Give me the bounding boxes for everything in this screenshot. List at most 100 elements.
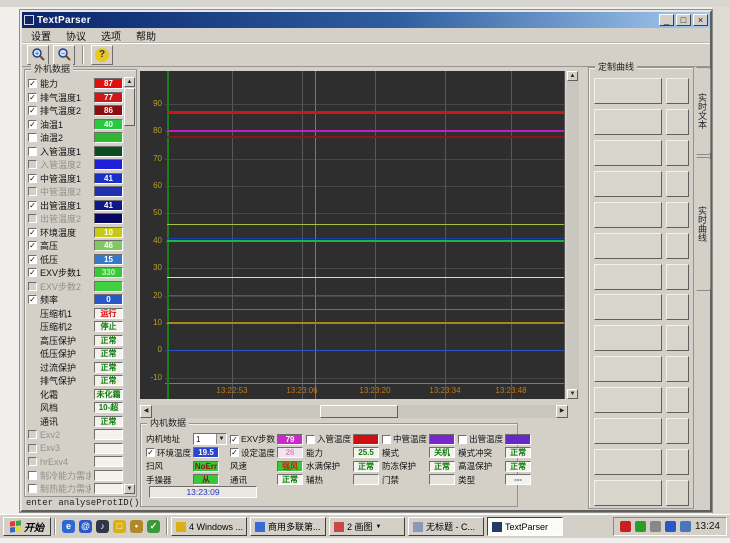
start-button[interactable]: 开始: [3, 517, 51, 536]
sidebar-scrollbar[interactable]: ▲ ▼: [124, 77, 135, 494]
checkbox[interactable]: [28, 106, 37, 115]
curve-slot-field[interactable]: [594, 387, 662, 413]
curve-slot-field[interactable]: [594, 356, 662, 382]
help-button[interactable]: ?: [91, 45, 113, 65]
curve-slot-field[interactable]: [594, 325, 662, 351]
scroll-up-icon[interactable]: ▲: [567, 71, 578, 81]
scroll-up-icon[interactable]: ▲: [124, 77, 135, 87]
printer-icon[interactable]: [680, 521, 691, 532]
curve-slot-button[interactable]: [666, 356, 689, 382]
tab-realtime-curve[interactable]: 实时曲线: [696, 157, 711, 291]
checkbox[interactable]: [28, 147, 37, 156]
curve-slot-field[interactable]: [594, 171, 662, 197]
indoor-address-select[interactable]: 1▼: [193, 433, 227, 445]
curve-slot-field[interactable]: [594, 233, 662, 259]
curve-slot-button[interactable]: [666, 171, 689, 197]
checkbox[interactable]: [230, 435, 239, 444]
checkbox[interactable]: [28, 484, 37, 493]
menu-item-4[interactable]: 帮助: [136, 28, 156, 43]
device-icon[interactable]: [650, 521, 661, 532]
messenger-icon[interactable]: [665, 521, 676, 532]
checkbox[interactable]: [28, 282, 37, 291]
task-button[interactable]: TextParser: [487, 517, 563, 536]
scrollbar-thumb[interactable]: [320, 405, 398, 418]
curve-slot-field[interactable]: [594, 109, 662, 135]
checkbox[interactable]: [28, 228, 37, 237]
menu-item-1[interactable]: 设置: [31, 28, 51, 43]
curve-slot-button[interactable]: [666, 480, 689, 506]
checkbox[interactable]: [382, 435, 391, 444]
maximize-button[interactable]: □: [676, 14, 691, 26]
curve-slot-button[interactable]: [666, 325, 689, 351]
checkbox[interactable]: [28, 214, 37, 223]
ie-icon[interactable]: e: [62, 520, 75, 533]
curve-slot-button[interactable]: [666, 449, 689, 475]
media-icon[interactable]: ♪: [96, 520, 109, 533]
scrollbar-thumb[interactable]: [124, 88, 135, 126]
checkbox[interactable]: [28, 160, 37, 169]
folder-app-icon[interactable]: □: [113, 520, 126, 533]
curve-slot-button[interactable]: [666, 418, 689, 444]
scrollbar-track[interactable]: [152, 405, 556, 418]
scroll-left-icon[interactable]: ◀: [140, 405, 152, 418]
key-icon[interactable]: •: [130, 520, 143, 533]
task-button[interactable]: 商用多联第...: [250, 517, 326, 536]
checkbox[interactable]: [28, 471, 37, 480]
curve-slot-field[interactable]: [594, 202, 662, 228]
checkbox[interactable]: [28, 430, 37, 439]
curve-slot-button[interactable]: [666, 202, 689, 228]
minimize-button[interactable]: _: [659, 14, 674, 26]
antivirus-icon[interactable]: [635, 521, 646, 532]
task-button[interactable]: 无标题 - C...: [408, 517, 484, 536]
zoom-out-button[interactable]: −: [53, 45, 75, 65]
checkbox[interactable]: [28, 120, 37, 129]
curve-slot-field[interactable]: [594, 78, 662, 104]
task-button[interactable]: 2 画图▼: [329, 517, 405, 536]
checkbox[interactable]: [28, 174, 37, 183]
checkbox[interactable]: [28, 93, 37, 102]
checkbox[interactable]: [28, 295, 37, 304]
curve-slot-field[interactable]: [594, 418, 662, 444]
close-button[interactable]: ×: [693, 14, 708, 26]
alarm-icon[interactable]: [620, 521, 631, 532]
mail-icon[interactable]: @: [79, 520, 92, 533]
menu-item-3[interactable]: 选项: [101, 28, 121, 43]
checkbox[interactable]: [28, 255, 37, 264]
checkbox[interactable]: [28, 187, 37, 196]
checkbox[interactable]: [306, 435, 315, 444]
curve-slot-button[interactable]: [666, 264, 689, 290]
scroll-right-icon[interactable]: ▶: [556, 405, 568, 418]
checkbox[interactable]: [28, 268, 37, 277]
checkbox[interactable]: [28, 444, 37, 453]
chart-vertical-scrollbar[interactable]: ▲ ▼: [567, 71, 579, 399]
chart-plot[interactable]: 13:22:5313:23:0613:23:2013:23:3413:23:48: [165, 71, 565, 399]
curve-slot-button[interactable]: [666, 387, 689, 413]
checkbox[interactable]: [28, 241, 37, 250]
scroll-down-icon[interactable]: ▼: [124, 484, 135, 494]
scroll-down-icon[interactable]: ▼: [567, 389, 578, 399]
chart-horizontal-scrollbar[interactable]: ◀ ▶: [140, 405, 568, 418]
checkbox[interactable]: [28, 201, 37, 210]
curve-slot-button[interactable]: [666, 294, 689, 320]
curve-slot-button[interactable]: [666, 109, 689, 135]
curve-slot-field[interactable]: [594, 264, 662, 290]
checkbox[interactable]: [28, 457, 37, 466]
curve-slot-field[interactable]: [594, 449, 662, 475]
tab-realtime-text[interactable]: 实时文本: [696, 67, 711, 155]
zoom-in-button[interactable]: +: [27, 45, 49, 65]
menu-item-2[interactable]: 协议: [66, 28, 86, 43]
checkbox[interactable]: [146, 448, 155, 457]
checkbox[interactable]: [458, 435, 467, 444]
curve-slot-field[interactable]: [594, 294, 662, 320]
titlebar[interactable]: TextParser _□×: [22, 12, 710, 28]
task-button[interactable]: 4 Windows ...▼: [171, 517, 247, 536]
curve-slot-button[interactable]: [666, 78, 689, 104]
curve-slot-field[interactable]: [594, 480, 662, 506]
checkbox[interactable]: [230, 448, 239, 457]
checkbox[interactable]: [28, 79, 37, 88]
sync-folder-icon[interactable]: ✓: [147, 520, 160, 533]
curve-slot-field[interactable]: [594, 140, 662, 166]
curve-slot-button[interactable]: [666, 140, 689, 166]
checkbox[interactable]: [28, 133, 37, 142]
curve-slot-button[interactable]: [666, 233, 689, 259]
